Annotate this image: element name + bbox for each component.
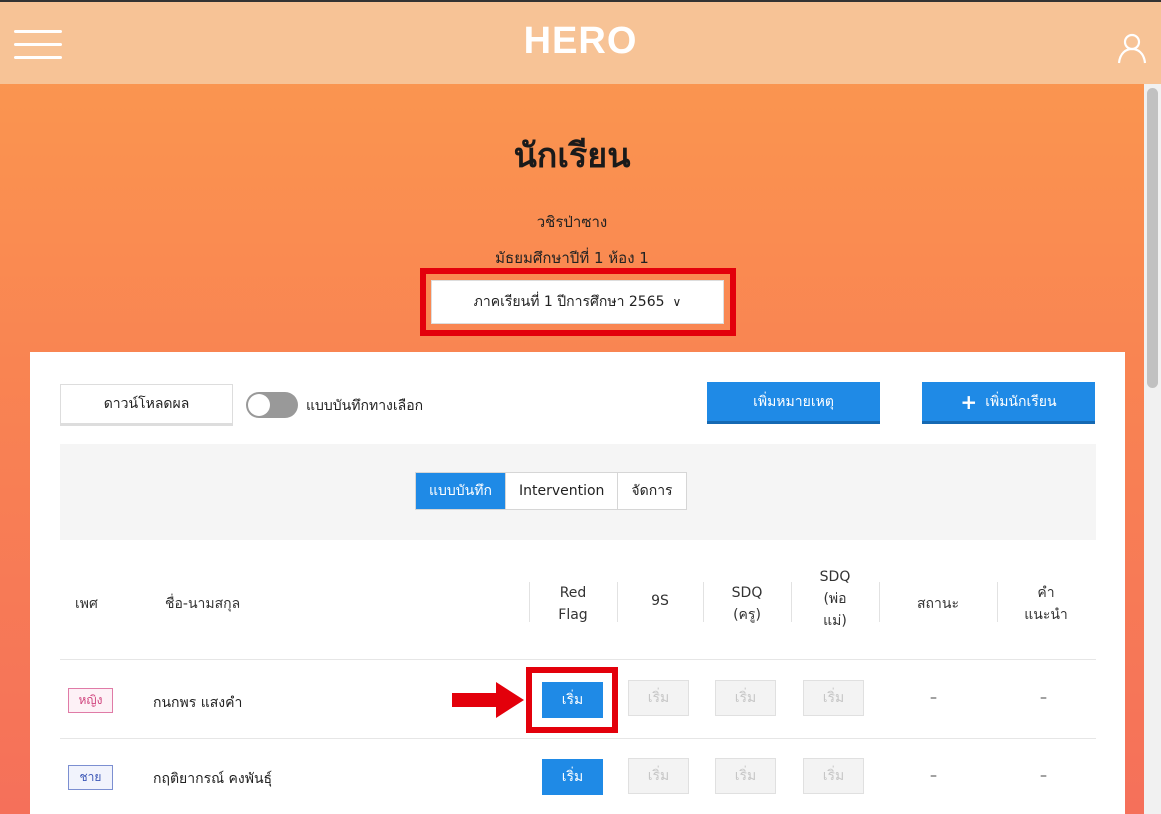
- tab-group: แบบบันทึก Intervention จัดการ: [415, 472, 687, 510]
- add-student-button[interactable]: + เพิ่มนักเรียน: [922, 382, 1095, 424]
- tab-intervention[interactable]: Intervention: [504, 473, 617, 509]
- col-status: สถานะ: [917, 596, 959, 612]
- row-divider: [60, 738, 1096, 739]
- col-red-flag-line2: Flag: [558, 607, 588, 623]
- col-advice-line1: คำ: [1037, 585, 1055, 601]
- term-select[interactable]: ภาคเรียนที่ 1 ปีการศึกษา 2565 ∨: [431, 280, 724, 324]
- app-logo[interactable]: HERO: [0, 20, 1161, 63]
- col-name: ชื่อ-นามสกุล: [165, 596, 241, 612]
- gender-badge-male: ชาย: [68, 765, 113, 790]
- col-red-flag: Red Flag: [535, 582, 611, 626]
- classroom-name: มัธยมศึกษาปีที่ 1 ห้อง 1: [495, 249, 649, 267]
- col-sdq-teacher-line1: SDQ: [731, 585, 763, 601]
- toggle-knob: [248, 394, 270, 416]
- col-sdq-parent: SDQ (พ่อ แม่): [797, 566, 873, 632]
- school-name: วชิรป่าซาง: [536, 213, 608, 231]
- col-sdq-parent-line2: (พ่อ: [823, 591, 847, 607]
- col-divider: [529, 582, 530, 622]
- top-bar: HERO: [0, 0, 1161, 84]
- col-9s: 9S: [651, 593, 669, 609]
- term-select-value: ภาคเรียนที่ 1 ปีการศึกษา 2565: [473, 294, 665, 310]
- page-title: นักเรียน: [513, 136, 631, 176]
- toggle-label: แบบบันทึกทางเลือก: [306, 398, 424, 414]
- arrow-right-icon: [452, 682, 524, 718]
- advice-value: –: [1040, 768, 1047, 784]
- col-advice-line2: แนะนำ: [1024, 607, 1068, 623]
- sdq-teacher-start-button: เริ่ม: [715, 758, 776, 794]
- student-name[interactable]: กนกพร แสงคำ: [153, 692, 242, 714]
- add-student-label: เพิ่มนักเรียน: [985, 393, 1057, 410]
- chevron-down-icon: ∨: [672, 295, 682, 309]
- status-value: –: [930, 768, 937, 784]
- red-flag-start-button[interactable]: เริ่ม: [542, 759, 603, 795]
- download-results-button[interactable]: ดาวน์โหลดผล: [60, 384, 233, 426]
- col-divider: [791, 582, 792, 622]
- 9s-start-button: เริ่ม: [628, 758, 689, 794]
- add-note-button[interactable]: เพิ่มหมายเหตุ: [707, 382, 880, 424]
- start-button-highlight: [526, 667, 618, 733]
- sdq-parent-start-button: เริ่ม: [803, 758, 864, 794]
- plus-icon: +: [960, 389, 978, 414]
- tab-manage[interactable]: จัดการ: [617, 473, 685, 509]
- sdq-teacher-start-button: เริ่ม: [715, 680, 776, 716]
- col-gender: เพศ: [75, 596, 98, 612]
- col-divider: [879, 582, 880, 622]
- gender-badge-female: หญิง: [68, 688, 113, 713]
- student-name[interactable]: กฤติยากรณ์ คงพันธุ์: [153, 768, 272, 790]
- page-scrollbar[interactable]: [1144, 84, 1161, 814]
- advice-value: –: [1040, 690, 1047, 706]
- tab-record[interactable]: แบบบันทึก: [416, 473, 505, 509]
- col-red-flag-line1: Red: [559, 585, 587, 601]
- sdq-parent-start-button: เริ่ม: [803, 680, 864, 716]
- row-divider: [60, 659, 1096, 660]
- col-sdq-parent-line1: SDQ: [819, 569, 851, 585]
- 9s-start-button: เริ่ม: [628, 680, 689, 716]
- col-divider: [703, 582, 704, 622]
- scrollbar-thumb[interactable]: [1147, 88, 1158, 388]
- col-sdq-parent-line3: แม่): [823, 613, 847, 629]
- alternative-form-toggle[interactable]: [246, 392, 298, 418]
- user-icon[interactable]: [1116, 32, 1148, 64]
- col-advice: คำ แนะนำ: [1003, 582, 1089, 626]
- status-value: –: [930, 690, 937, 706]
- col-divider: [617, 582, 618, 622]
- col-sdq-teacher-line2: (ครู): [733, 607, 761, 623]
- col-divider: [997, 582, 998, 622]
- col-sdq-teacher: SDQ (ครู): [709, 582, 785, 626]
